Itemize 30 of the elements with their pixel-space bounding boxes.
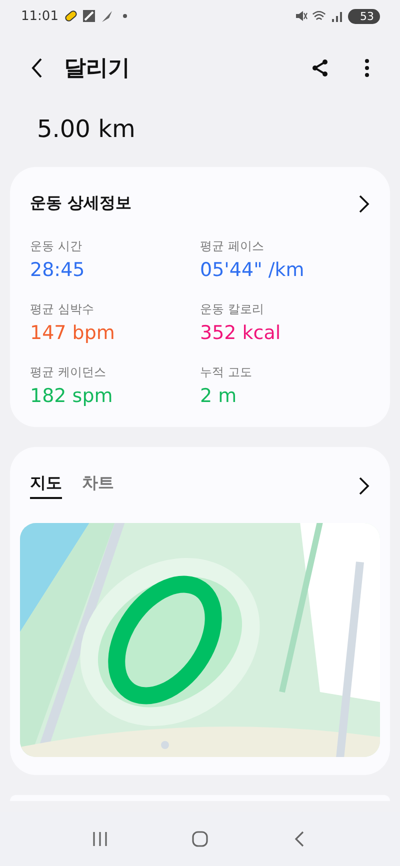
metric-label: 평균 페이스 [200, 238, 265, 255]
metric-value: 147 bpm [30, 322, 116, 344]
metric-value: 182 spm [30, 385, 114, 407]
wifi-icon [312, 9, 326, 23]
share-icon[interactable] [310, 58, 330, 78]
mute-icon [294, 9, 308, 23]
metric-label: 운동 칼로리 [200, 301, 265, 318]
metric-label: 운동 시간 [30, 238, 83, 255]
back-icon[interactable] [30, 57, 44, 79]
metric-value: 352 kcal [200, 322, 282, 344]
status-time: 11:01 [21, 8, 58, 24]
dot-icon [122, 13, 128, 19]
battery-indicator: 53 [348, 8, 380, 24]
view-tab[interactable]: 지도 [30, 473, 62, 499]
details-card[interactable]: 운동 상세정보 운동 시간 28:45 평균 페이스 05'44" /km 평균 심박수 147 bpm 운동 칼로리 352 kcal 평균 케이던스 182 spm 누적 고도 2 m [10, 167, 390, 427]
metric-value: 2 m [200, 385, 238, 407]
recent-apps-icon[interactable] [91, 830, 109, 848]
metric-value: 28:45 [30, 259, 86, 281]
distance-total: 5.00 km [36, 115, 136, 145]
page-title: 달리기 [64, 55, 130, 83]
metric-label: 평균 심박수 [30, 301, 95, 318]
signal-icon [330, 9, 344, 23]
more-icon[interactable] [364, 58, 370, 78]
metric-value: 05'44" /km [200, 259, 306, 281]
metric-label: 평균 케이던스 [30, 364, 107, 381]
home-icon[interactable] [191, 830, 209, 848]
view-tab[interactable]: 차트 [82, 473, 114, 499]
app-icon [82, 9, 96, 23]
card-title: 운동 상세정보 [30, 193, 132, 214]
metric-label: 누적 고도 [200, 364, 253, 381]
